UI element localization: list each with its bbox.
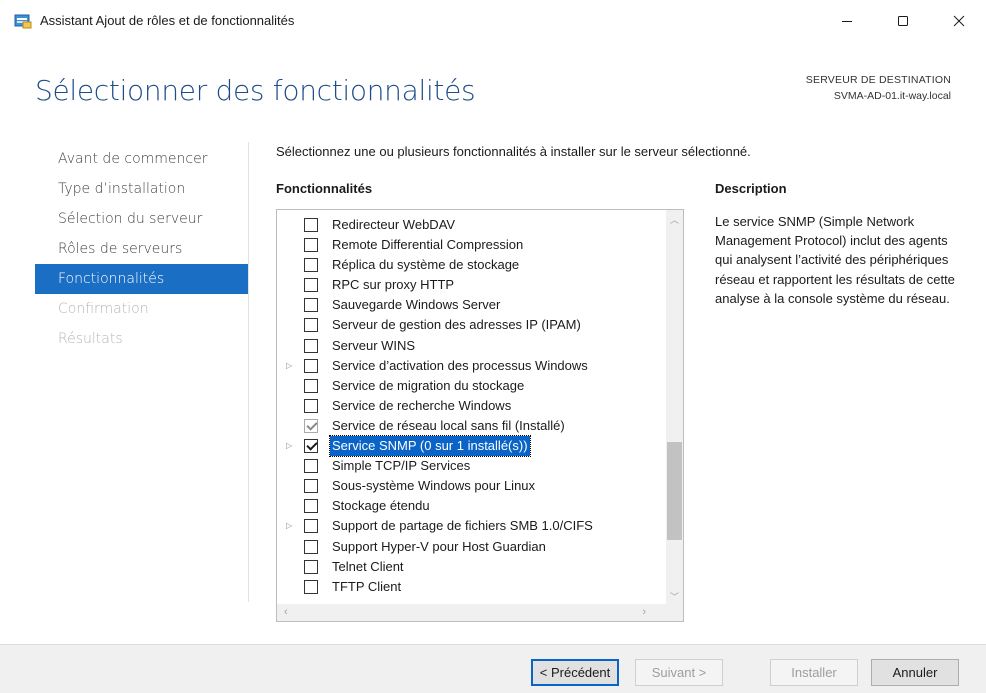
features-tree[interactable]: Redirecteur WebDAV Remote Differential Co… — [276, 209, 684, 622]
expand-arrow-icon[interactable]: ▷ — [286, 436, 296, 456]
next-button[interactable]: Suivant > — [635, 659, 723, 686]
page-title: Sélectionner des fonctionnalités — [35, 74, 476, 107]
wizard-steps-nav: Avant de commencer Type d’installation S… — [35, 144, 248, 354]
feature-row[interactable]: Sous-système Windows pour Linux — [277, 476, 657, 496]
scroll-left-icon[interactable]: ‹ — [284, 606, 288, 618]
feature-checkbox[interactable] — [304, 378, 318, 393]
cancel-button[interactable]: Annuler — [871, 659, 959, 686]
feature-checkbox[interactable] — [304, 398, 318, 413]
destination-server-name: SVMA-AD-01.it-way.local — [833, 90, 951, 102]
feature-checkbox[interactable] — [304, 439, 318, 454]
feature-checkbox[interactable] — [304, 559, 318, 574]
feature-checkbox[interactable] — [304, 298, 318, 313]
feature-label: Support de partage de fichiers SMB 1.0/C… — [332, 518, 593, 534]
feature-row[interactable]: Serveur WINS — [277, 336, 657, 356]
feature-label: Sous-système Windows pour Linux — [332, 478, 536, 494]
feature-label: Service de recherche Windows — [332, 397, 512, 413]
feature-checkbox[interactable] — [304, 479, 318, 494]
previous-button[interactable]: < Précédent — [531, 659, 619, 686]
nav-step-type-installation[interactable]: Type d’installation — [35, 174, 248, 204]
feature-row[interactable]: ▷ Support de partage de fichiers SMB 1.0/… — [277, 516, 657, 536]
window-title: Assistant Ajout de rôles et de fonctionn… — [40, 13, 295, 28]
features-heading: Fonctionnalités — [276, 181, 373, 196]
feature-row[interactable]: Stockage étendu — [277, 496, 657, 516]
feature-row[interactable]: RPC sur proxy HTTP — [277, 275, 657, 295]
vertical-scroll-thumb[interactable] — [667, 442, 682, 540]
feature-label: Serveur WINS — [332, 337, 416, 353]
feature-label: Support Hyper-V pour Host Guardian — [332, 538, 546, 554]
feature-label: Stockage étendu — [332, 498, 430, 514]
feature-checkbox[interactable] — [304, 499, 318, 514]
feature-row[interactable]: Telnet Client — [277, 557, 657, 577]
scroll-down-icon[interactable]: ﹀ — [670, 590, 679, 603]
feature-row[interactable]: Simple TCP/IP Services — [277, 456, 657, 476]
nav-step-roles-serveurs[interactable]: Rôles de serveurs — [35, 234, 248, 264]
feature-row[interactable]: ▷ Service SNMP (0 sur 1 installé(s)) — [277, 435, 657, 458]
feature-checkbox[interactable] — [304, 278, 318, 293]
feature-checkbox[interactable] — [304, 539, 318, 554]
feature-label: Telnet Client — [332, 558, 404, 574]
feature-checkbox[interactable] — [304, 519, 318, 534]
expand-arrow-icon[interactable]: ▷ — [286, 516, 296, 536]
nav-divider — [248, 142, 249, 602]
instructions-text: Sélectionnez une ou plusieurs fonctionna… — [276, 144, 751, 159]
feature-checkbox[interactable] — [304, 218, 318, 232]
feature-label: RPC sur proxy HTTP — [332, 277, 455, 293]
vertical-scrollbar[interactable]: ︿ ﹀ — [666, 210, 683, 605]
feature-checkbox[interactable] — [304, 459, 318, 474]
install-button[interactable]: Installer — [770, 659, 858, 686]
feature-description: Le service SNMP (Simple Network Manageme… — [715, 214, 955, 306]
feature-row[interactable]: Remote Differential Compression — [277, 235, 657, 255]
minimize-button[interactable] — [824, 4, 870, 38]
wizard-footer: < Précédent Suivant > Installer Annuler — [0, 644, 986, 693]
scroll-up-icon[interactable]: ︿ — [670, 213, 679, 226]
feature-label: Simple TCP/IP Services — [332, 458, 471, 474]
nav-step-confirmation: Confirmation — [58, 301, 149, 317]
feature-checkbox[interactable] — [304, 258, 318, 273]
nav-step-fonctionnalites[interactable]: Fonctionnalités — [35, 264, 248, 294]
feature-row[interactable]: Réplica du système de stockage — [277, 255, 657, 275]
horizontal-scrollbar[interactable]: ‹ › — [277, 604, 668, 621]
feature-checkbox — [304, 418, 318, 433]
description-heading: Description — [715, 181, 787, 196]
feature-label: Service SNMP (0 sur 1 installé(s)) — [329, 435, 531, 458]
feature-label: Service de réseau local sans fil (Instal… — [332, 417, 565, 433]
feature-label: Service de migration du stockage — [332, 377, 525, 393]
feature-checkbox[interactable] — [304, 358, 318, 373]
nav-step-resultats: Résultats — [58, 331, 123, 347]
feature-row[interactable]: Service de migration du stockage — [277, 376, 657, 396]
feature-row[interactable]: ▷ Service d’activation des processus Wind… — [277, 356, 657, 376]
maximize-button[interactable] — [880, 4, 926, 38]
feature-label: Service d’activation des processus Windo… — [332, 357, 588, 373]
feature-row[interactable]: Service de recherche Windows — [277, 396, 657, 416]
feature-label: Sauvegarde Windows Server — [332, 297, 501, 313]
destination-server-label: SERVEUR DE DESTINATION — [805, 74, 951, 86]
feature-checkbox[interactable] — [304, 238, 318, 253]
scroll-right-icon[interactable]: › — [642, 606, 646, 618]
feature-checkbox[interactable] — [304, 318, 318, 333]
scrollbar-corner — [666, 604, 683, 621]
close-button[interactable] — [936, 4, 982, 38]
title-bar: Assistant Ajout de rôles et de fonctionn… — [0, 0, 986, 44]
feature-row[interactable]: Redirecteur WebDAV — [277, 215, 657, 235]
feature-row[interactable]: Serveur de gestion des adresses IP (IPAM… — [277, 315, 657, 335]
feature-row[interactable]: Sauvegarde Windows Server — [277, 295, 657, 315]
feature-label: Serveur de gestion des adresses IP (IPAM… — [332, 317, 581, 333]
server-manager-icon — [14, 13, 32, 29]
expand-arrow-icon[interactable]: ▷ — [286, 356, 296, 376]
feature-checkbox[interactable] — [304, 338, 318, 353]
nav-step-avant-de-commencer[interactable]: Avant de commencer — [35, 144, 248, 174]
features-list: Redirecteur WebDAV Remote Differential Co… — [277, 215, 657, 597]
feature-label: Remote Differential Compression — [332, 237, 524, 253]
feature-label: Réplica du système de stockage — [332, 257, 520, 273]
feature-row[interactable]: Support Hyper-V pour Host Guardian — [277, 537, 657, 557]
feature-checkbox[interactable] — [304, 579, 318, 594]
feature-label: TFTP Client — [332, 578, 402, 594]
feature-row[interactable]: TFTP Client — [277, 577, 657, 597]
nav-step-selection-serveur[interactable]: Sélection du serveur — [35, 204, 248, 234]
feature-row[interactable]: Service de réseau local sans fil (Instal… — [277, 416, 657, 436]
feature-label: Redirecteur WebDAV — [332, 217, 456, 232]
